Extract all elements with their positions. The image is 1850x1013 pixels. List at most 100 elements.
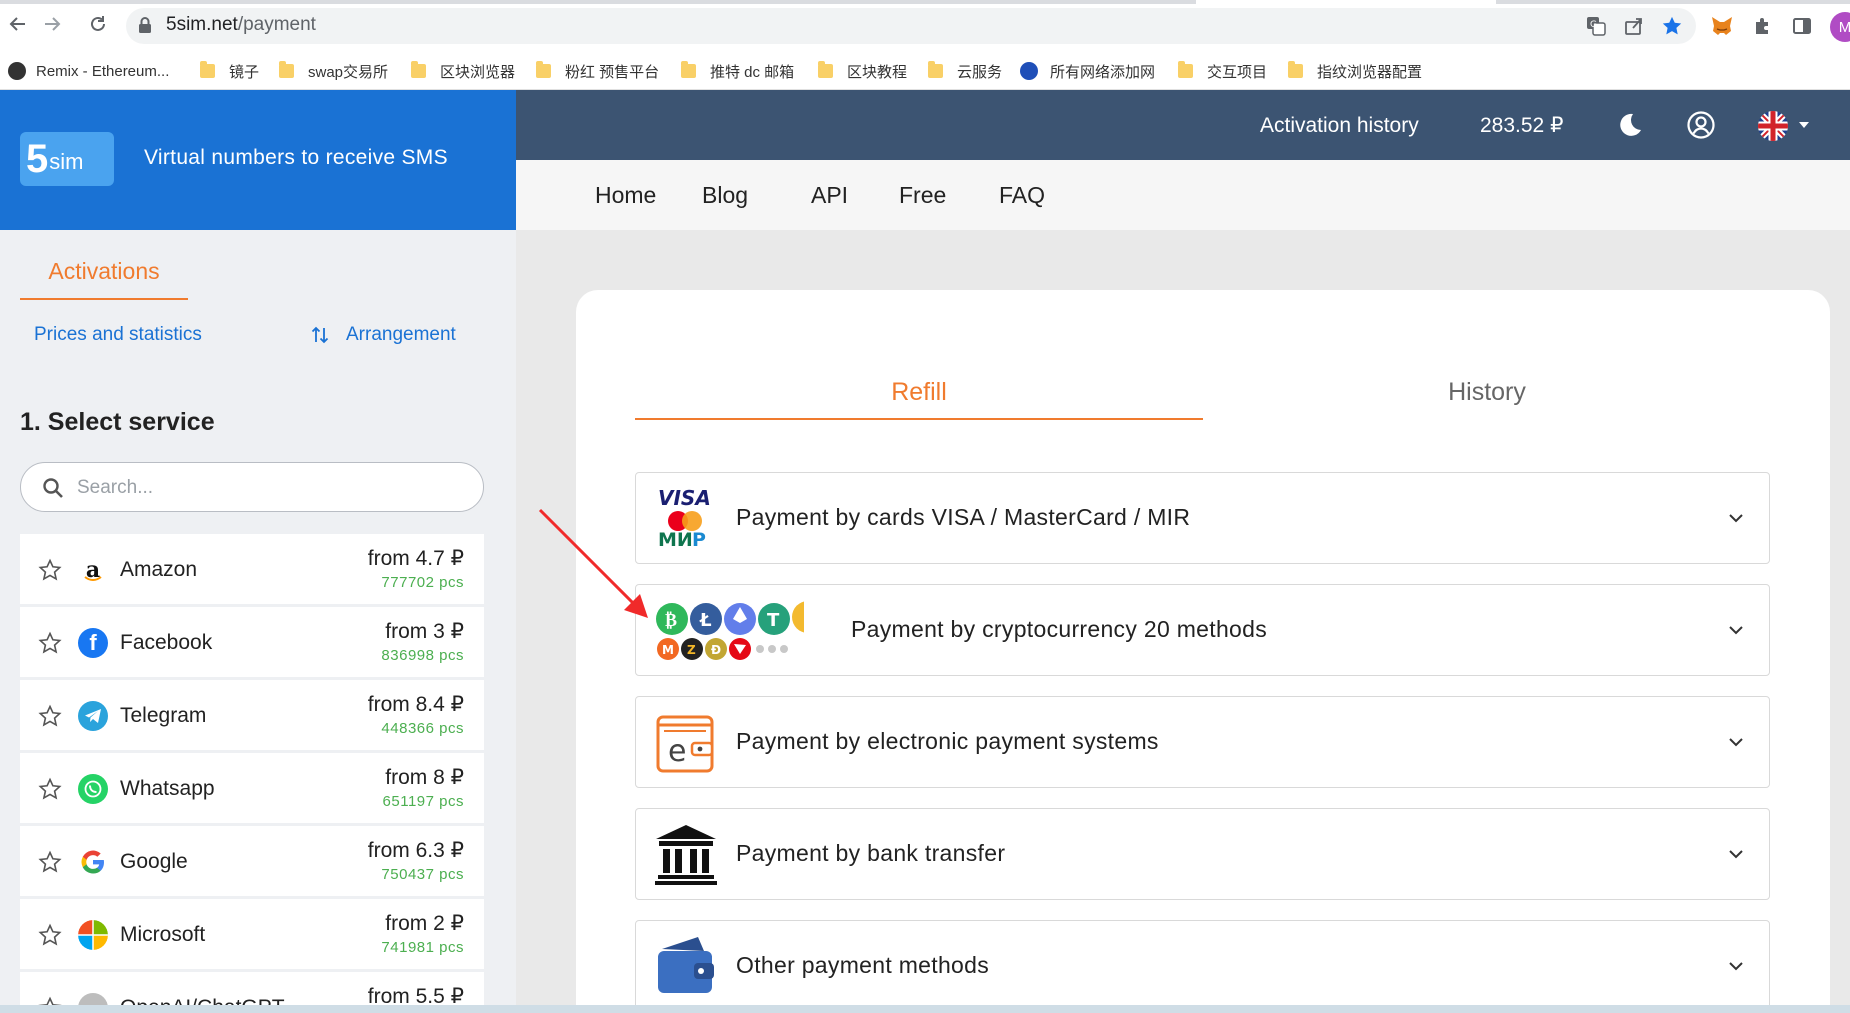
bookmark-item[interactable]: 云服务 [928, 52, 1002, 90]
lock-icon[interactable] [138, 16, 152, 34]
favorite-star-icon[interactable] [38, 631, 62, 655]
taskbar-edge [0, 1005, 1850, 1013]
service-row-whatsapp[interactable]: Whatsapp from 8 ₽ 651197 pcs [20, 753, 484, 823]
profile-avatar[interactable]: M [1830, 12, 1850, 42]
bookmark-item[interactable]: 推特 dc 邮箱 [681, 52, 794, 90]
back-icon[interactable] [6, 12, 30, 36]
favorite-star-icon[interactable] [38, 777, 62, 801]
select-service-title: 1. Select service [20, 408, 215, 436]
folder-icon [1178, 61, 1193, 78]
prices-statistics-link[interactable]: Prices and statistics [34, 324, 202, 346]
user-account-icon[interactable] [1686, 110, 1716, 140]
chevron-down-icon[interactable] [1799, 122, 1809, 128]
nav-api[interactable]: API [811, 182, 848, 209]
translate-icon[interactable]: G [1584, 14, 1608, 38]
site-logo[interactable]: 5 sim [20, 132, 114, 186]
svg-text:M: M [662, 643, 674, 657]
folder-icon [928, 61, 943, 78]
tab-activations[interactable]: Activations [20, 254, 188, 300]
service-search-box[interactable] [20, 462, 484, 512]
reload-icon[interactable] [86, 12, 110, 36]
amazon-icon: a [78, 555, 108, 585]
favorite-star-icon[interactable] [38, 923, 62, 947]
extensions-icon[interactable] [1750, 14, 1774, 38]
uk-flag-icon[interactable] [1758, 111, 1788, 141]
folder-icon [681, 61, 696, 78]
service-row-microsoft[interactable]: Microsoft from 2 ₽ 741981 pcs [20, 899, 484, 969]
browser-toolbar: 5sim.net/payment G M [0, 0, 1850, 52]
bookmark-item[interactable]: 区块教程 [818, 52, 907, 90]
folder-icon [411, 61, 426, 78]
chevron-down-icon[interactable] [1725, 843, 1747, 865]
svg-text:МИ: МИ [658, 529, 693, 551]
cards-icon: VISA МИ Р [654, 485, 718, 551]
chevron-down-icon[interactable] [1725, 507, 1747, 529]
payment-method-crypto[interactable]: ₿ Ł T M Z Ð Payment by cryptocurrency 20… [635, 584, 1770, 676]
payment-card: Refill History VISA МИ Р Payment by card… [576, 290, 1830, 1013]
bookmark-item[interactable]: 粉红 预售平台 [536, 52, 659, 90]
folder-icon [818, 61, 833, 78]
bookmark-item[interactable]: 所有网络添加网 [1020, 52, 1155, 90]
whatsapp-icon [78, 774, 108, 804]
nav-faq[interactable]: FAQ [999, 182, 1045, 209]
folder-icon [1288, 61, 1303, 78]
wallet-icon [654, 933, 718, 999]
balance-display[interactable]: 283.52 ₽ [1480, 113, 1563, 138]
payment-method-cards[interactable]: VISA МИ Р Payment by cards VISA / Master… [635, 472, 1770, 564]
bookmark-item[interactable]: swap交易所 [279, 52, 388, 90]
bank-icon [654, 821, 718, 887]
service-list: a Amazon from 4.7 ₽ 777702 pcs f Faceboo… [20, 534, 484, 1013]
tab-history[interactable]: History [1203, 378, 1771, 420]
nav-free[interactable]: Free [899, 182, 946, 209]
side-panel-icon[interactable] [1790, 14, 1814, 38]
folder-icon [536, 61, 551, 78]
payment-method-bank[interactable]: Payment by bank transfer [635, 808, 1770, 900]
bookmark-item[interactable]: 区块浏览器 [411, 52, 515, 90]
nav-blog[interactable]: Blog [702, 182, 748, 209]
search-icon [41, 476, 65, 500]
payment-method-other[interactable]: Other payment methods [635, 920, 1770, 1012]
bookmark-item[interactable]: 指纹浏览器配置 [1288, 52, 1422, 90]
bookmark-star-icon[interactable] [1660, 14, 1684, 38]
svg-text:Ð: Ð [711, 643, 721, 657]
nav-home[interactable]: Home [595, 182, 656, 209]
forward-icon[interactable] [40, 12, 64, 36]
url-text[interactable]: 5sim.net/payment [166, 14, 316, 36]
metamask-icon[interactable] [1710, 14, 1734, 38]
sort-icon [310, 325, 330, 345]
brand-header: 5 sim Virtual numbers to receive SMS [0, 90, 516, 230]
svg-text:G: G [1590, 20, 1597, 30]
bookmark-item[interactable]: 镜子 [200, 52, 259, 90]
svg-text:T: T [767, 610, 780, 631]
arrangement-link[interactable]: Arrangement [310, 324, 456, 346]
address-bar[interactable] [126, 8, 1696, 44]
chevron-down-icon[interactable] [1725, 619, 1747, 641]
service-row-facebook[interactable]: f Facebook from 3 ₽ 836998 pcs [20, 607, 484, 677]
bookmark-item[interactable]: 交互项目 [1178, 52, 1267, 90]
share-icon[interactable] [1622, 14, 1646, 38]
tab-refill[interactable]: Refill [635, 378, 1203, 420]
favorite-star-icon[interactable] [38, 704, 62, 728]
facebook-icon: f [78, 628, 108, 658]
payment-method-electronic[interactable]: e Payment by electronic payment systems [635, 696, 1770, 788]
ewallet-icon: e [654, 709, 718, 775]
microsoft-icon [78, 920, 108, 950]
service-row-amazon[interactable]: a Amazon from 4.7 ₽ 777702 pcs [20, 534, 484, 604]
service-row-google[interactable]: Google from 6.3 ₽ 750437 pcs [20, 826, 484, 896]
moon-icon[interactable] [1614, 110, 1644, 140]
bookmark-item[interactable]: Remix - Ethereum... [8, 52, 169, 90]
svg-text:Р: Р [692, 529, 706, 551]
crypto-icon: ₿ Ł T M Z Ð [654, 597, 824, 663]
activation-history-link[interactable]: Activation history [1260, 114, 1419, 138]
top-account-bar: Activation history 283.52 ₽ [516, 90, 1850, 160]
favorite-star-icon[interactable] [38, 850, 62, 874]
chevron-down-icon[interactable] [1725, 731, 1747, 753]
service-search-input[interactable] [77, 473, 457, 503]
telegram-icon [78, 701, 108, 731]
svg-text:VISA: VISA [658, 486, 711, 510]
chevron-down-icon[interactable] [1725, 955, 1747, 977]
service-row-telegram[interactable]: Telegram from 8.4 ₽ 448366 pcs [20, 680, 484, 750]
svg-text:e: e [668, 734, 686, 769]
favorite-star-icon[interactable] [38, 558, 62, 582]
remix-icon [8, 62, 26, 80]
